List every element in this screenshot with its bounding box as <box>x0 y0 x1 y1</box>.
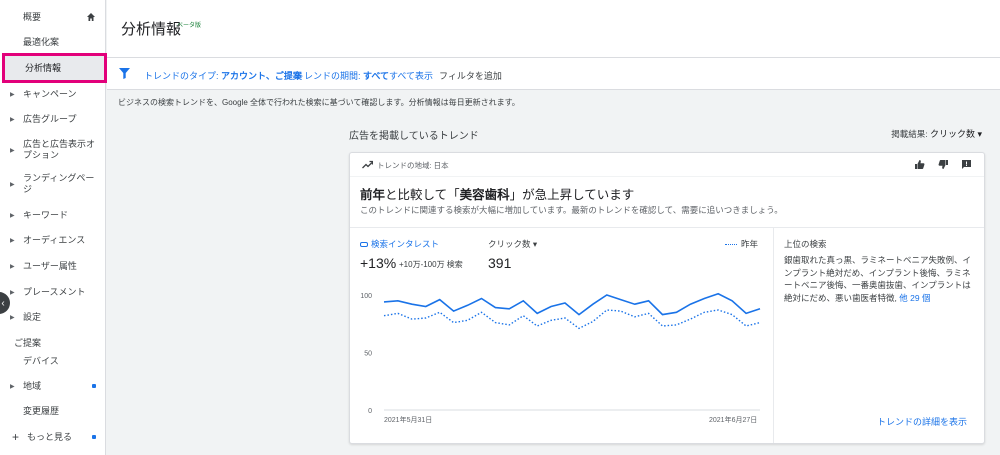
search-interest-change: +13% <box>360 255 397 271</box>
chart-x-tick: 2021年5月31日 <box>384 417 433 424</box>
sidebar-item-label: 分析情報 <box>25 62 62 73</box>
search-interest-series-line <box>383 292 761 316</box>
sidebar-item-insights[interactable]: 分析情報 <box>2 53 107 83</box>
trend-headline: 前年と比較して「美容歯科」が急上昇しています <box>360 184 634 203</box>
filter-chip-trend-type[interactable]: トレンドのタイプ: アカウント、ご提案 <box>144 69 302 82</box>
trend-line-chart: 100 50 0 <box>360 292 761 415</box>
sidebar-item-change-history[interactable]: 変更履歴 <box>0 405 106 417</box>
trend-subline: このトレンドに関連する検索が大幅に増加しています。最新のトレンドを確認して、需要… <box>360 205 783 215</box>
filter-bar: トレンドのタイプ: アカウント、ご提案 トレンドの期間: すべて すべて表示 フ… <box>107 58 1000 90</box>
home-icon <box>87 13 95 21</box>
sidebar-item-label: 変更履歴 <box>23 405 60 416</box>
sidebar-item-audiences[interactable]: ▶ オーディエンス <box>0 234 106 246</box>
expand-triangle-icon: ▶ <box>10 181 15 188</box>
expand-triangle-icon: ▶ <box>10 289 15 296</box>
expand-triangle-icon: ▶ <box>10 91 15 98</box>
trend-card: トレンドの地域: 日本 前年と比較して「美容歯科」が急上昇しています このトレン… <box>349 152 985 444</box>
sidebar-item-label: 概要 <box>23 11 42 22</box>
legend-dotted-swatch-icon <box>725 243 737 245</box>
expand-triangle-icon: ▶ <box>10 383 15 390</box>
sidebar-item-landing-pages[interactable]: ▶ ランディングページ <box>0 172 106 196</box>
headline-text: と比較して「 <box>385 188 460 202</box>
expand-triangle-icon: ▶ <box>10 314 15 321</box>
sidebar-item-label: ランディングページ <box>23 173 95 194</box>
headline-term: 美容歯科 <box>459 188 510 202</box>
clicks-metric-selector[interactable]: クリック数 ▾ <box>488 238 537 250</box>
add-filter-button[interactable]: フィルタを追加 <box>439 69 502 82</box>
sort-selector[interactable]: 掲載結果: クリック数 ▾ <box>891 127 982 140</box>
sidebar-item-label: デバイス <box>23 355 59 366</box>
sidebar-item-overview[interactable]: 概要 <box>0 11 106 23</box>
top-searches-text: 銀歯取れた真っ黒、ラミネートベニア失敗例、インプラント絶対だめ、インプラント後悔… <box>784 255 972 303</box>
page-header: 分析情報 ベータ版 <box>107 0 1000 58</box>
chart-y-tick: 50 <box>364 351 372 358</box>
chevron-left-icon: ‹ <box>1 297 5 309</box>
sidebar: 概要 最適化案 分析情報 ▶ キャンペーン ▶ 広告グループ ▶ 広告と広告表示… <box>0 0 107 455</box>
sidebar-item-location[interactable]: ▶ 地域 <box>0 380 106 392</box>
expand-triangle-icon: ▶ <box>10 263 15 270</box>
sidebar-item-placements[interactable]: ▶ プレースメント <box>0 286 106 298</box>
feedback-icon[interactable] <box>961 159 972 170</box>
sort-label: 掲載結果: <box>891 129 928 139</box>
page-title: 分析情報 <box>121 21 182 38</box>
filter-chip-value: すべて <box>363 71 390 81</box>
sidebar-item-devices[interactable]: デバイス <box>0 355 106 367</box>
sidebar-item-ad-groups[interactable]: ▶ 広告グループ <box>0 113 106 125</box>
sidebar-item-campaigns[interactable]: ▶ キャンペーン <box>0 88 106 100</box>
new-indicator-dot <box>92 435 96 439</box>
sidebar-item-label: 広告と広告表示オプション <box>23 139 96 160</box>
info-text: ビジネスの検索トレンドを、Google 全体で行われた検索に基づいて確認します。… <box>118 98 520 107</box>
chart-y-tick: 0 <box>368 408 372 415</box>
sort-value: クリック数 ▾ <box>929 129 982 139</box>
expand-triangle-icon: ▶ <box>10 237 15 244</box>
divider <box>350 227 984 228</box>
thumbs-up-icon[interactable] <box>914 159 925 170</box>
filter-icon[interactable] <box>119 68 130 79</box>
top-searches-more-link[interactable]: 他 29 個 <box>899 293 930 303</box>
filter-chip-prefix: トレンドの期間: <box>295 71 364 81</box>
sidebar-item-demographics[interactable]: ▶ ユーザー属性 <box>0 260 106 272</box>
legend-label: 検索インタレスト <box>371 239 440 249</box>
top-searches-list: 銀歯取れた真っ黒、ラミネートベニア失敗例、インプラント絶対だめ、インプラント後悔… <box>784 254 976 304</box>
search-volume-range: +10万-100万 検索 <box>399 260 463 269</box>
headline-text: 」が急上昇しています <box>509 188 635 202</box>
sidebar-item-label: 最適化案 <box>23 36 60 47</box>
plus-icon: + <box>12 430 20 444</box>
sidebar-item-ads-extensions[interactable]: ▶ 広告と広告表示オプション <box>0 138 106 162</box>
expand-triangle-icon: ▶ <box>10 116 15 123</box>
section-title: 広告を掲載しているトレンド <box>349 131 479 142</box>
legend-previous-year[interactable]: 昨年 <box>725 238 758 250</box>
filter-chip-trend-period[interactable]: トレンドの期間: すべて <box>295 69 389 82</box>
sidebar-item-show-more[interactable]: + もっと見る <box>0 430 106 444</box>
beta-badge: ベータ版 <box>177 23 202 29</box>
trend-details-link[interactable]: トレンドの詳細を表示 <box>877 415 967 428</box>
show-all-link[interactable]: すべて表示 <box>389 69 433 82</box>
filter-chip-prefix: トレンドのタイプ: <box>144 71 222 81</box>
expand-triangle-icon: ▶ <box>10 147 15 154</box>
sidebar-item-label: 地域 <box>23 380 42 391</box>
sidebar-item-label: もっと見る <box>27 431 73 442</box>
trend-region: トレンドの地域: 日本 <box>377 161 449 170</box>
previous-year-series-line <box>383 309 761 330</box>
trending-up-icon <box>362 160 373 169</box>
chart-y-tick: 100 <box>360 293 372 300</box>
new-indicator-dot <box>92 384 96 388</box>
divider <box>773 227 774 443</box>
legend-search-interest[interactable]: 検索インタレスト <box>360 238 439 250</box>
sidebar-item-recommendations[interactable]: 最適化案 <box>0 36 106 48</box>
clicks-value: 391 <box>488 255 512 271</box>
section-label-suggestions: ご提案 <box>14 338 42 348</box>
expand-triangle-icon: ▶ <box>10 212 15 219</box>
sidebar-item-label: 設定 <box>23 311 42 322</box>
filter-chip-value: アカウント、ご提案 <box>221 71 302 81</box>
thumbs-down-icon[interactable] <box>938 159 949 170</box>
legend-label: 昨年 <box>741 239 759 249</box>
chart-x-tick: 2021年6月27日 <box>709 417 758 424</box>
headline-comparison: 前年 <box>360 188 386 202</box>
top-searches-title: 上位の検索 <box>784 239 827 249</box>
legend-swatch-icon <box>360 241 368 247</box>
sidebar-item-settings[interactable]: ▶ 設定 <box>0 311 106 323</box>
sidebar-item-keywords[interactable]: ▶ キーワード <box>0 209 106 221</box>
card-top-bar: トレンドの地域: 日本 <box>350 153 984 177</box>
